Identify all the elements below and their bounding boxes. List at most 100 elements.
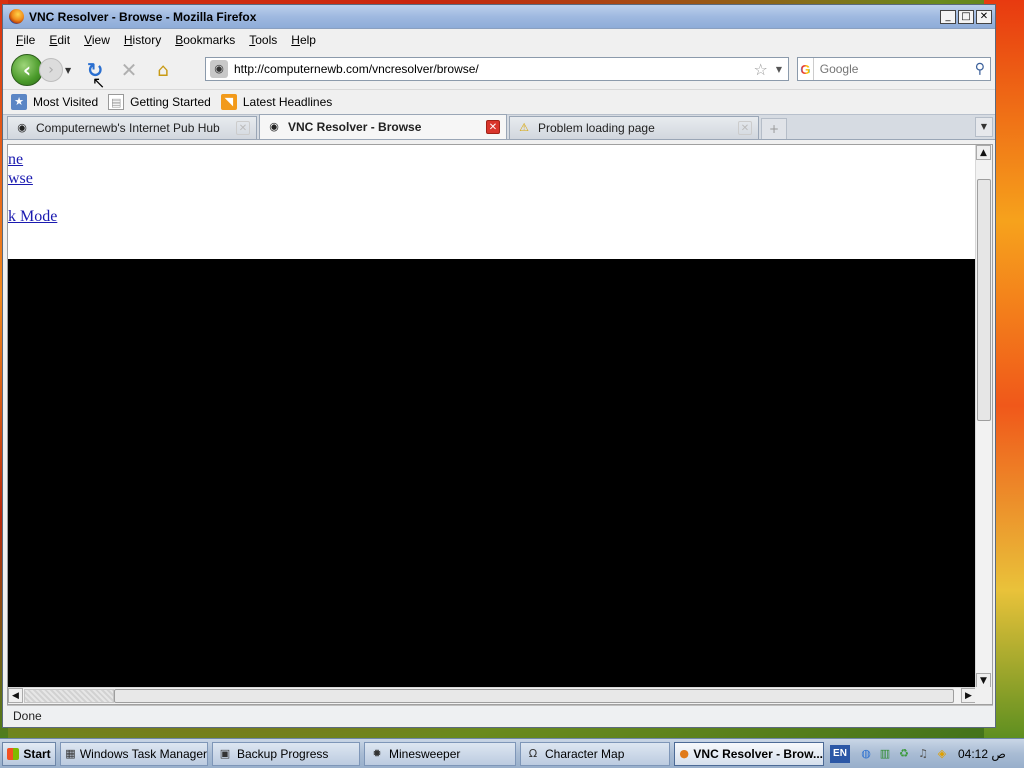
rss-icon: ◥ <box>220 94 237 110</box>
clock[interactable]: 04:12 ص <box>958 747 1006 761</box>
search-icon[interactable]: ⚲ <box>975 61 985 77</box>
bookmark-getting-started[interactable]: ▤ Getting Started <box>108 94 211 110</box>
character-map-icon: Ω <box>528 746 538 760</box>
site-icon: ◉ <box>17 121 27 134</box>
horizontal-scroll-track-hatched <box>24 689 114 703</box>
start-button[interactable]: Start <box>2 741 56 766</box>
task-backup-progress[interactable]: ▣ Backup Progress <box>212 741 360 766</box>
tab-label: VNC Resolver - Browse <box>288 120 422 134</box>
title-bar[interactable]: VNC Resolver - Browse - Mozilla Firefox … <box>3 5 995 29</box>
language-indicator[interactable]: EN <box>830 744 850 763</box>
task-minesweeper[interactable]: ✹ Minesweeper <box>364 741 516 766</box>
scroll-right-icon[interactable]: ▶ <box>961 688 976 703</box>
forward-button[interactable]: › <box>39 58 63 82</box>
mouse-cursor-icon: ↖ <box>92 73 106 92</box>
tab-bar: ◉ Computernewb's Internet Pub Hub ✕ ◉ VN… <box>3 114 995 140</box>
browser-window: VNC Resolver - Browse - Mozilla Firefox … <box>2 4 996 728</box>
update-icon[interactable]: ♻ <box>896 746 912 762</box>
stop-icon[interactable]: ✕ <box>115 56 143 84</box>
task-character-map[interactable]: Ω Character Map <box>520 741 670 766</box>
bookmark-label: Most Visited <box>33 95 99 109</box>
window-controls: _ □ ✕ <box>940 9 992 24</box>
menu-file[interactable]: File <box>9 33 42 47</box>
url-dropdown-icon[interactable]: ▼ <box>776 65 782 74</box>
task-firefox[interactable]: ● VNC Resolver - Brow... <box>674 741 824 766</box>
menu-bar: File Edit View History Bookmarks Tools H… <box>3 29 995 51</box>
minimize-button[interactable]: _ <box>940 9 956 24</box>
bookmarks-toolbar: ★ Most Visited ▤ Getting Started ◥ Lates… <box>3 89 995 114</box>
vnc-screenshot-canvas[interactable] <box>8 259 976 688</box>
firefox-icon: ● <box>679 746 689 760</box>
site-icon: ◉ <box>269 120 279 133</box>
horizontal-scroll-thumb[interactable] <box>114 689 954 703</box>
menu-help[interactable]: Help <box>284 33 323 47</box>
web-page: ne wse k Mode <box>8 145 976 688</box>
url-bar[interactable]: ◉ ☆ ▼ <box>205 57 789 81</box>
menu-view[interactable]: View <box>77 33 117 47</box>
task-label: VNC Resolver - Brow... <box>693 746 823 761</box>
page-link-mode[interactable]: k Mode <box>8 208 57 226</box>
most-visited-icon: ★ <box>11 94 27 110</box>
bookmark-star-icon[interactable]: ☆ <box>754 60 768 79</box>
site-identity-icon[interactable]: ◉ <box>210 60 228 78</box>
home-icon[interactable]: ⌂ <box>149 56 177 84</box>
taskbar: Start ▦ Windows Task Manager ▣ Backup Pr… <box>0 738 1024 768</box>
tab-label: Computernewb's Internet Pub Hub <box>36 121 220 135</box>
network-globe-icon[interactable]: ◍ <box>858 746 874 762</box>
tab-problem-loading[interactable]: ⚠ Problem loading page ✕ <box>509 116 759 139</box>
bookmark-label: Latest Headlines <box>242 95 333 109</box>
google-search-engine-icon[interactable]: G <box>798 58 814 80</box>
page-link-browse[interactable]: wse <box>8 170 33 188</box>
bookmark-most-visited[interactable]: ★ Most Visited <box>11 94 98 110</box>
page-icon: ▤ <box>108 94 125 110</box>
scroll-down-icon[interactable]: ▼ <box>976 673 991 688</box>
status-text: Done <box>13 708 42 723</box>
task-label: Windows Task Manager <box>79 746 207 761</box>
search-bar[interactable]: G ⚲ <box>797 57 991 81</box>
backup-icon: ▣ <box>219 746 231 760</box>
close-tab-icon[interactable]: ✕ <box>486 120 500 134</box>
vertical-scroll-thumb[interactable] <box>977 179 991 421</box>
menu-edit[interactable]: Edit <box>42 33 77 47</box>
url-input[interactable] <box>234 62 754 76</box>
close-button[interactable]: ✕ <box>976 9 992 24</box>
task-windows-task-manager[interactable]: ▦ Windows Task Manager <box>60 741 208 766</box>
tab-vnc-resolver[interactable]: ◉ VNC Resolver - Browse ✕ <box>259 114 507 139</box>
scroll-corner <box>975 687 992 704</box>
menu-bookmarks[interactable]: Bookmarks <box>168 33 242 47</box>
firefox-icon <box>9 9 24 24</box>
close-tab-icon[interactable]: ✕ <box>236 121 250 135</box>
minesweeper-icon: ✹ <box>372 746 382 760</box>
menu-history[interactable]: History <box>117 33 168 47</box>
history-dropdown-icon[interactable]: ▼ <box>65 66 75 75</box>
menu-tools[interactable]: Tools <box>242 33 284 47</box>
security-icon[interactable]: ◈ <box>934 746 950 762</box>
scroll-left-icon[interactable]: ◀ <box>8 688 23 703</box>
tab-list-dropdown-icon[interactable]: ▼ <box>975 117 993 137</box>
task-manager-icon: ▦ <box>65 746 76 760</box>
task-label: Character Map <box>545 746 625 761</box>
system-tray: ◍ ▥ ♻ ♫ ◈ <box>858 746 950 762</box>
window-title: VNC Resolver - Browse - Mozilla Firefox <box>29 9 257 24</box>
tab-label: Problem loading page <box>538 121 655 135</box>
page-link-home[interactable]: ne <box>8 151 23 169</box>
bookmark-latest-headlines[interactable]: ◥ Latest Headlines <box>220 94 333 110</box>
volume-icon[interactable]: ♫ <box>915 746 931 762</box>
new-tab-button[interactable]: + <box>761 118 787 139</box>
task-label: Minesweeper <box>389 746 461 761</box>
start-label: Start <box>23 746 51 761</box>
warning-icon: ⚠ <box>519 121 529 134</box>
vertical-scrollbar[interactable]: ▲ ▼ <box>975 145 992 688</box>
status-bar: Done <box>7 705 993 725</box>
horizontal-scrollbar[interactable]: ◀ ▶ <box>8 687 976 704</box>
tab-computernewb[interactable]: ◉ Computernewb's Internet Pub Hub ✕ <box>7 116 257 139</box>
network-icon[interactable]: ▥ <box>877 746 893 762</box>
scroll-up-icon[interactable]: ▲ <box>976 145 991 160</box>
navigation-toolbar: ‹ › ▼ ↻ ✕ ⌂ ◉ ☆ ▼ G ⚲ <box>3 51 995 89</box>
maximize-button[interactable]: □ <box>958 9 974 24</box>
close-tab-icon[interactable]: ✕ <box>738 121 752 135</box>
task-label: Backup Progress <box>237 746 329 761</box>
search-input[interactable] <box>813 62 975 76</box>
bookmark-label: Getting Started <box>130 95 211 109</box>
page-content-area: ne wse k Mode ▲ ▼ ◀ ▶ <box>7 144 993 705</box>
